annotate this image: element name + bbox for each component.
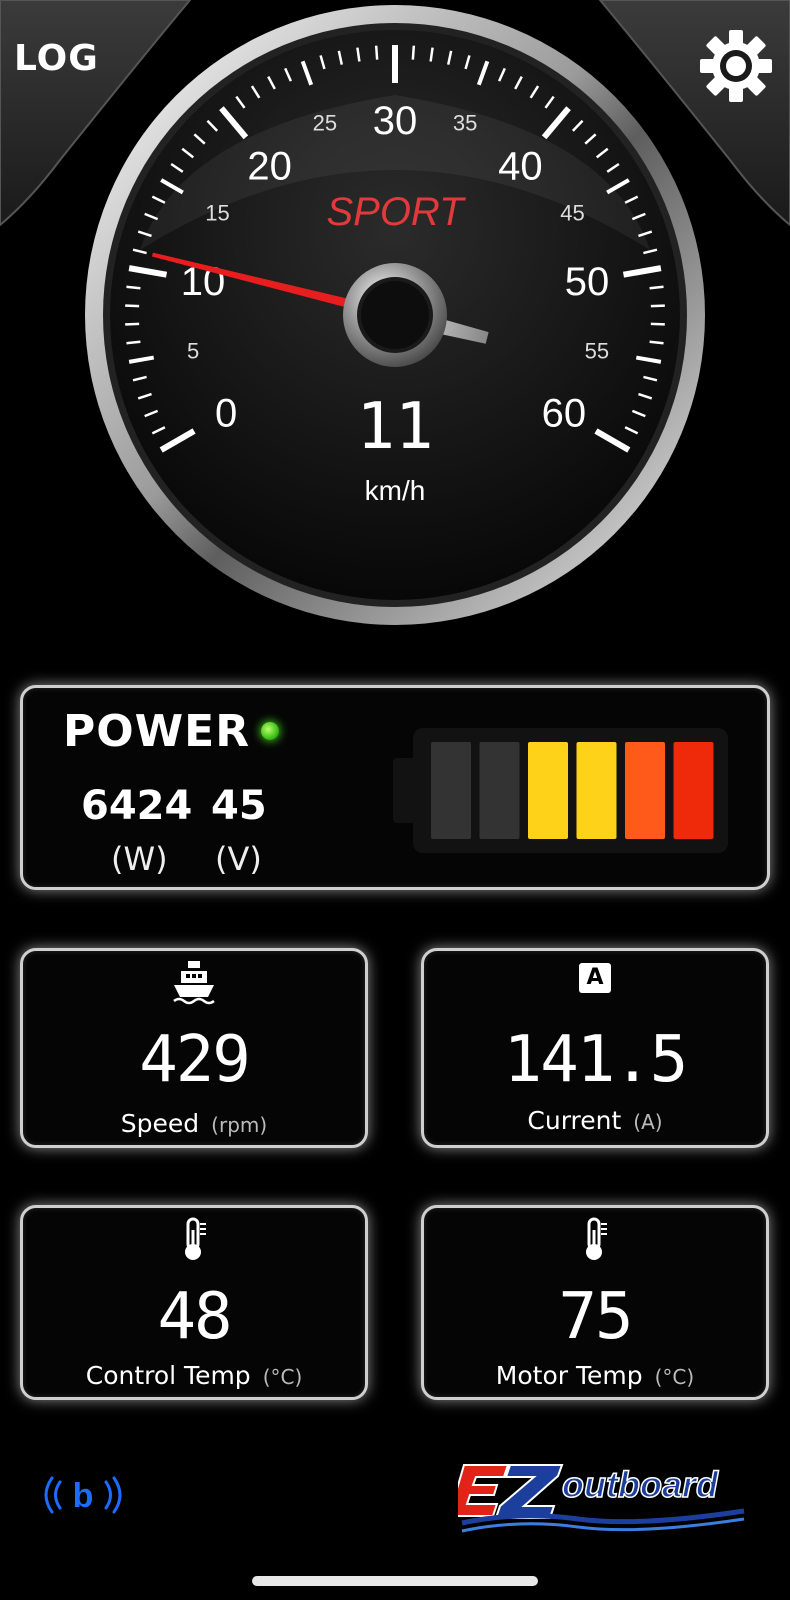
bluetooth-icon-text: b xyxy=(73,1477,94,1515)
power-volts-unit: (V) xyxy=(215,840,262,878)
motor-temp-label-text: Motor Temp xyxy=(495,1361,643,1390)
motor-temp-value: 75 xyxy=(558,1280,633,1354)
battery-level-indicator xyxy=(393,728,728,853)
gauge-minor-label: 5 xyxy=(187,339,199,364)
speed-unit: km/h xyxy=(365,475,426,506)
control-temp-unit-text: (°C) xyxy=(262,1365,303,1389)
speed-tile: 429 Speed (rpm) xyxy=(20,948,368,1148)
gauge-major-label: 40 xyxy=(498,145,543,189)
gauge-minor-label: 45 xyxy=(560,201,584,226)
gauge-minor-tick xyxy=(411,45,416,60)
speed-label-text: Speed xyxy=(120,1109,200,1138)
gauge-minor-tick xyxy=(649,340,664,345)
current-label-text: Current xyxy=(527,1106,622,1135)
control-temp-label-text: Control Temp xyxy=(85,1361,251,1390)
ezoutboard-logo: outboard xyxy=(458,1463,745,1533)
boat-icon xyxy=(173,961,215,1005)
gauge-minor-tick xyxy=(126,285,141,290)
battery-segment-lit xyxy=(528,742,568,839)
motor-temp-tile: 75 Motor Temp (°C) xyxy=(421,1205,769,1400)
gauge-major-label: 30 xyxy=(373,99,418,143)
home-indicator[interactable] xyxy=(252,1576,538,1586)
gauge-major-label: 60 xyxy=(542,392,587,436)
bluetooth-icon[interactable]: b xyxy=(38,1470,128,1520)
gauge-minor-tick xyxy=(374,45,379,60)
gauge-major-label: 20 xyxy=(247,145,292,189)
ampere-icon: A xyxy=(579,963,611,993)
gauge-minor-label: 55 xyxy=(585,339,609,364)
control-temp-value: 48 xyxy=(157,1280,232,1354)
thermometer-icon xyxy=(586,1217,607,1260)
gauge-major-label: 50 xyxy=(565,260,610,304)
power-watts-value: 6424 xyxy=(81,783,193,829)
gauge-minor-tick xyxy=(126,340,141,345)
speed-unit-text: (rpm) xyxy=(211,1113,268,1137)
battery-segment-lit xyxy=(625,742,665,839)
current-unit-text: (A) xyxy=(633,1110,663,1134)
motor-temp-label: Motor Temp (°C) xyxy=(424,1361,766,1390)
gauge-minor-label: 15 xyxy=(205,201,229,226)
power-volts-value: 45 xyxy=(211,783,267,829)
speed-value: 11 xyxy=(356,390,433,464)
control-temp-label: Control Temp (°C) xyxy=(23,1361,365,1390)
battery-segment-lit xyxy=(576,742,617,839)
gauge-major-label: 0 xyxy=(215,392,237,436)
battery-segment-empty xyxy=(479,742,520,839)
gauge-minor-label: 25 xyxy=(313,110,337,135)
motor-temp-unit-text: (°C) xyxy=(654,1365,695,1389)
speed-gauge: 010203040506051525 354555 SPORT 11 km/h xyxy=(85,5,705,625)
drive-mode-label: SPORT xyxy=(326,190,466,234)
speed-rpm-value: 429 xyxy=(139,1023,251,1097)
speed-rpm-label: Speed (rpm) xyxy=(23,1109,365,1138)
brand-logo-text: outboard xyxy=(562,1464,719,1505)
power-watts-unit: (W) xyxy=(111,840,168,878)
battery-segment-empty xyxy=(431,742,471,839)
power-status-led xyxy=(261,722,279,740)
thermometer-icon xyxy=(185,1217,206,1260)
battery-segment-lit xyxy=(673,742,714,839)
current-label: Current (A) xyxy=(424,1106,766,1135)
current-tile: A 141.5 Current (A) xyxy=(421,948,769,1148)
current-value: 141.5 xyxy=(503,1023,689,1097)
gauge-minor-label: 35 xyxy=(453,110,477,135)
power-card: POWER 6424 45 (W) (V) xyxy=(20,685,770,890)
control-temp-tile: 48 Control Temp (°C) xyxy=(20,1205,368,1400)
power-title: POWER xyxy=(63,706,251,757)
gauge-minor-tick xyxy=(649,285,664,290)
